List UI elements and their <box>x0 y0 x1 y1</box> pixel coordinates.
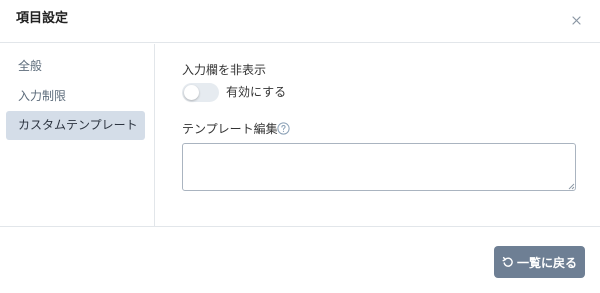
close-icon <box>571 15 581 25</box>
hide-field-toggle[interactable] <box>182 83 219 102</box>
template-textarea[interactable] <box>182 143 576 191</box>
dialog-title: 項目設定 <box>16 11 69 26</box>
back-button-label: 一覧に戻る <box>516 255 577 270</box>
settings-sidebar: 全般 入力制限 カスタムテンプレート <box>0 44 155 226</box>
undo-icon <box>502 256 513 267</box>
item-settings-dialog: 項目設定 全般 入力制限 カスタムテンプレート 入力欄を非表示 有効にする テン… <box>0 0 600 293</box>
back-to-list-button[interactable]: 一覧に戻る <box>494 246 585 278</box>
dialog-footer: 一覧に戻る <box>0 226 600 293</box>
close-button[interactable] <box>568 12 584 28</box>
toggle-knob <box>184 85 199 100</box>
sidebar-item-general[interactable]: 全般 <box>6 52 145 81</box>
template-edit-label: テンプレート編集 <box>182 122 278 136</box>
toggle-label: 有効にする <box>226 85 287 99</box>
dialog-header: 項目設定 <box>0 0 600 43</box>
sidebar-item-custom-template[interactable]: カスタムテンプレート <box>6 111 145 140</box>
question-circle-icon[interactable] <box>277 122 290 135</box>
hide-field-label: 入力欄を非表示 <box>182 63 267 77</box>
settings-content: 入力欄を非表示 有効にする テンプレート編集 <box>155 44 600 226</box>
sidebar-item-input-restriction[interactable]: 入力制限 <box>6 82 145 111</box>
